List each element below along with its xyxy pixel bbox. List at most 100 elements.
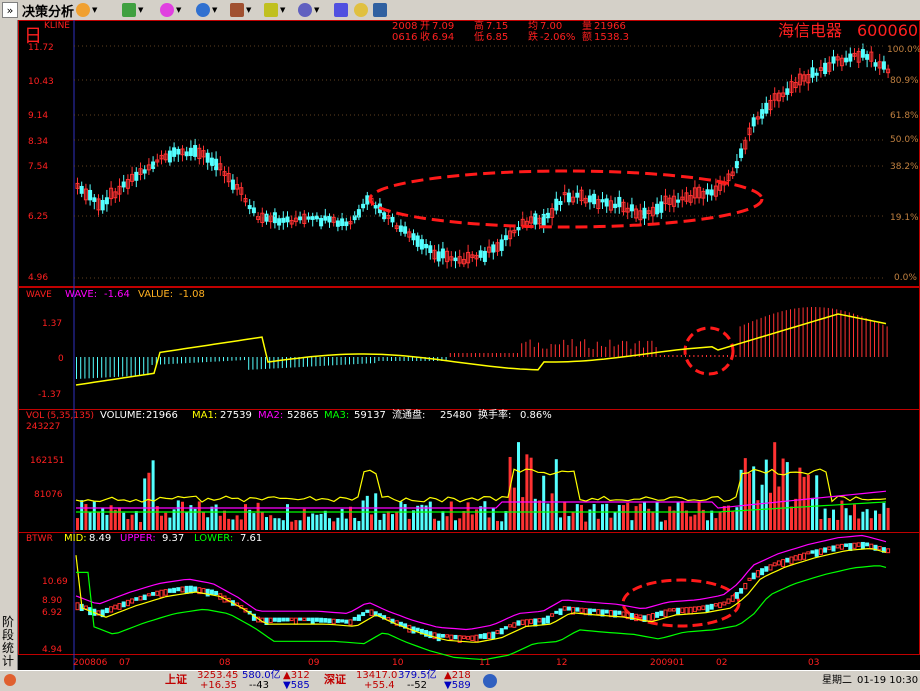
- btwr-candle: [797, 553, 802, 561]
- volume-bar: [710, 510, 714, 530]
- info-icon[interactable]: [334, 2, 348, 18]
- date-tick: 10: [392, 658, 404, 668]
- volume-bar: [504, 511, 508, 530]
- help-icon[interactable]: [354, 2, 368, 18]
- date-tick: 200901: [650, 658, 684, 668]
- wave-bar: [122, 357, 124, 377]
- float-label: 流通盘:: [392, 408, 425, 421]
- wave-bar: [563, 339, 565, 357]
- volume-bar: [416, 505, 420, 530]
- wave-bar: [806, 307, 808, 357]
- wave-bar: [865, 317, 867, 357]
- volume-bar: [437, 520, 441, 530]
- datetime: 01-19 10:30: [857, 675, 919, 686]
- btwr-candle: [491, 631, 496, 640]
- btwr-panel-name[interactable]: BTWR: [26, 534, 53, 544]
- volume-bar: [454, 520, 457, 530]
- tools-icon[interactable]: ▼: [196, 2, 217, 18]
- candle: [734, 161, 739, 169]
- sz-index-label[interactable]: 深证: [324, 674, 346, 685]
- volume-bar: [567, 516, 571, 530]
- btwr-candle: [856, 542, 861, 547]
- candle: [298, 216, 303, 221]
- wave-bar: [538, 342, 539, 357]
- chart-icon[interactable]: ▼: [122, 2, 143, 18]
- btwr-candle: [277, 617, 282, 623]
- network-icon[interactable]: [483, 674, 497, 688]
- candle: [436, 251, 441, 262]
- vol-volume-label: VOLUME:: [100, 410, 145, 421]
- btwr-lower-value: 7.61: [240, 533, 262, 544]
- wave-bar: [491, 353, 493, 357]
- volume-bar: [752, 466, 756, 530]
- btwr-candle: [503, 626, 508, 630]
- vol-ma3-label: MA3:: [324, 410, 349, 421]
- sh-index-label[interactable]: 上证: [165, 674, 187, 685]
- wave-bar: [685, 355, 686, 357]
- volume-bar: [122, 512, 126, 530]
- volume-bar: [349, 506, 352, 530]
- wave-panel-name[interactable]: WAVE: [26, 290, 52, 300]
- btwr-candle: [75, 602, 80, 611]
- candle: [516, 227, 521, 231]
- volume-bar: [811, 497, 814, 530]
- wave-bar: [273, 357, 275, 369]
- volume-bar: [458, 518, 462, 530]
- exit-icon[interactable]: [373, 2, 387, 18]
- wave-bar: [882, 324, 884, 357]
- volume-bar: [592, 504, 596, 530]
- percent-tick: 38.2%: [890, 162, 919, 172]
- date-tick: 11: [479, 658, 490, 668]
- btwr-candle: [621, 611, 626, 617]
- wave-bar: [500, 353, 502, 357]
- wave-bar: [391, 357, 392, 361]
- wave-bar: [773, 313, 775, 357]
- volume-bar: [252, 513, 256, 530]
- stage-stats-tab[interactable]: 阶段统计: [1, 616, 15, 668]
- vol-panel-name[interactable]: VOL (5,35,135): [26, 411, 94, 421]
- wave-bar: [680, 355, 682, 357]
- wave-bar: [151, 357, 153, 365]
- wave-bar: [479, 353, 481, 357]
- volume-bar: [407, 518, 411, 530]
- kline-chart[interactable]: 日 KLINE 2008 0616 开 7.09 收 6.94 高 7.15 低…: [18, 20, 920, 670]
- vol-ma1-line: [75, 468, 887, 503]
- volume-bar: [290, 521, 294, 530]
- candle: [600, 199, 605, 203]
- volume-bar: [134, 511, 138, 530]
- wave-bar: [605, 346, 607, 357]
- expand-button[interactable]: »: [2, 2, 18, 18]
- volume-bar: [315, 514, 319, 530]
- volume-bar: [269, 515, 273, 530]
- wave-bar: [76, 357, 77, 379]
- btwr-candle: [692, 606, 697, 613]
- candle: [230, 179, 235, 190]
- wave-bar: [357, 357, 359, 364]
- volume-bar: [878, 513, 882, 530]
- volume-bar: [874, 510, 877, 530]
- globe-icon[interactable]: ▼: [160, 2, 181, 18]
- btwr-candle: [268, 617, 273, 624]
- app-title: 决策分析: [22, 4, 75, 20]
- btwr-candle: [768, 564, 773, 571]
- volume-bar: [861, 511, 865, 530]
- btwr-candle: [159, 589, 164, 598]
- gear-icon[interactable]: ▼: [298, 2, 319, 18]
- btwr-candle: [289, 617, 294, 622]
- btwr-upper-value: 9.37: [162, 533, 184, 544]
- home-icon[interactable]: ▼: [76, 2, 97, 18]
- turnover-value: 0.86%: [520, 410, 552, 421]
- star-icon[interactable]: ▼: [264, 2, 285, 18]
- candle: [281, 217, 286, 223]
- wave-bar: [512, 353, 514, 357]
- wave-histogram: [76, 307, 888, 379]
- wave-bar: [609, 339, 611, 357]
- volume-bar: [332, 521, 336, 530]
- btwr-candle: [281, 617, 286, 622]
- volume-bar: [722, 506, 726, 530]
- volume-bar: [848, 515, 852, 530]
- wave-bar: [550, 344, 552, 357]
- wave-bar: [466, 353, 468, 357]
- flag-icon[interactable]: ▼: [230, 2, 251, 18]
- wave-bar: [454, 353, 455, 357]
